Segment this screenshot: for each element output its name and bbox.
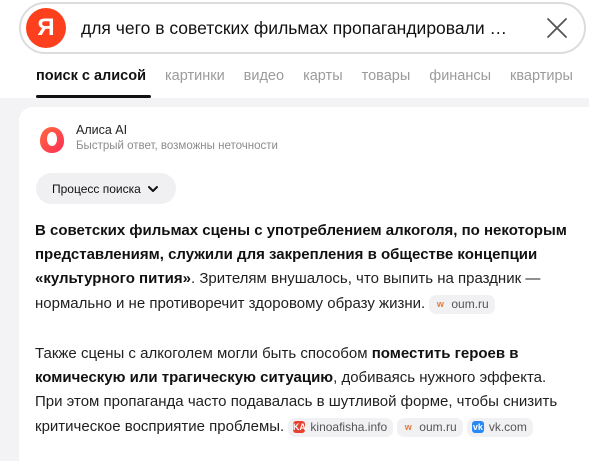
source-label: oum.ru <box>451 296 489 311</box>
answer-p2-text-start: Также сцены с алкоголем могли быть спосо… <box>35 345 372 362</box>
kinoafisha-icon: KA <box>292 421 306 434</box>
active-tab-indicator <box>36 95 151 98</box>
search-process-label: Процесс поиска <box>52 181 141 196</box>
search-process-button[interactable]: Процесс поиска <box>36 173 176 204</box>
tab-finance[interactable]: финансы <box>429 68 491 90</box>
answer-disclaimer: Быстрый ответ, возможны неточности <box>76 140 278 152</box>
source-label: oum.ru <box>419 419 457 434</box>
alice-answer-card: Алиса AI Быстрый ответ, возможны неточно… <box>19 107 589 461</box>
source-chip-kinoafisha[interactable]: KA kinoafisha.info <box>288 417 394 437</box>
tab-apartments[interactable]: квартиры <box>510 68 573 90</box>
source-label: kinoafisha.info <box>310 419 388 434</box>
tab-maps[interactable]: карты <box>303 68 343 90</box>
tab-video[interactable]: видео <box>244 68 284 90</box>
chevron-down-icon <box>147 185 158 192</box>
tab-goods[interactable]: товары <box>362 68 411 90</box>
source-chip-oum[interactable]: w oum.ru <box>429 294 495 314</box>
answer-author: Алиса AI <box>76 123 128 137</box>
alice-logo-icon <box>36 124 68 156</box>
source-chip-vk[interactable]: vk vk.com <box>466 417 533 437</box>
close-icon[interactable] <box>545 16 569 40</box>
oum-icon: w <box>436 298 444 309</box>
tab-alice-search[interactable]: поиск с алисой <box>36 68 146 90</box>
yandex-logo[interactable]: Я <box>26 8 66 48</box>
source-label: vk.com <box>488 419 527 434</box>
search-bar[interactable]: Я для чего в советских фильмах пропаганд… <box>19 2 586 54</box>
vk-icon: vk <box>471 421 484 434</box>
answer-paragraph-2: Также сцены с алкоголем могли быть спосо… <box>35 342 575 439</box>
search-tabs: поиск с алисой картинки видео карты това… <box>36 68 589 90</box>
source-chip-oum[interactable]: w oum.ru <box>397 417 463 437</box>
search-input[interactable]: для чего в советских фильмах пропагандир… <box>81 18 526 39</box>
oum-icon: w <box>404 421 412 432</box>
top-bar: Я для чего в советских фильмах пропаганд… <box>0 0 589 98</box>
answer-paragraph-1: В советских фильмах сцены с употребление… <box>35 219 575 316</box>
tab-images[interactable]: картинки <box>165 68 225 90</box>
